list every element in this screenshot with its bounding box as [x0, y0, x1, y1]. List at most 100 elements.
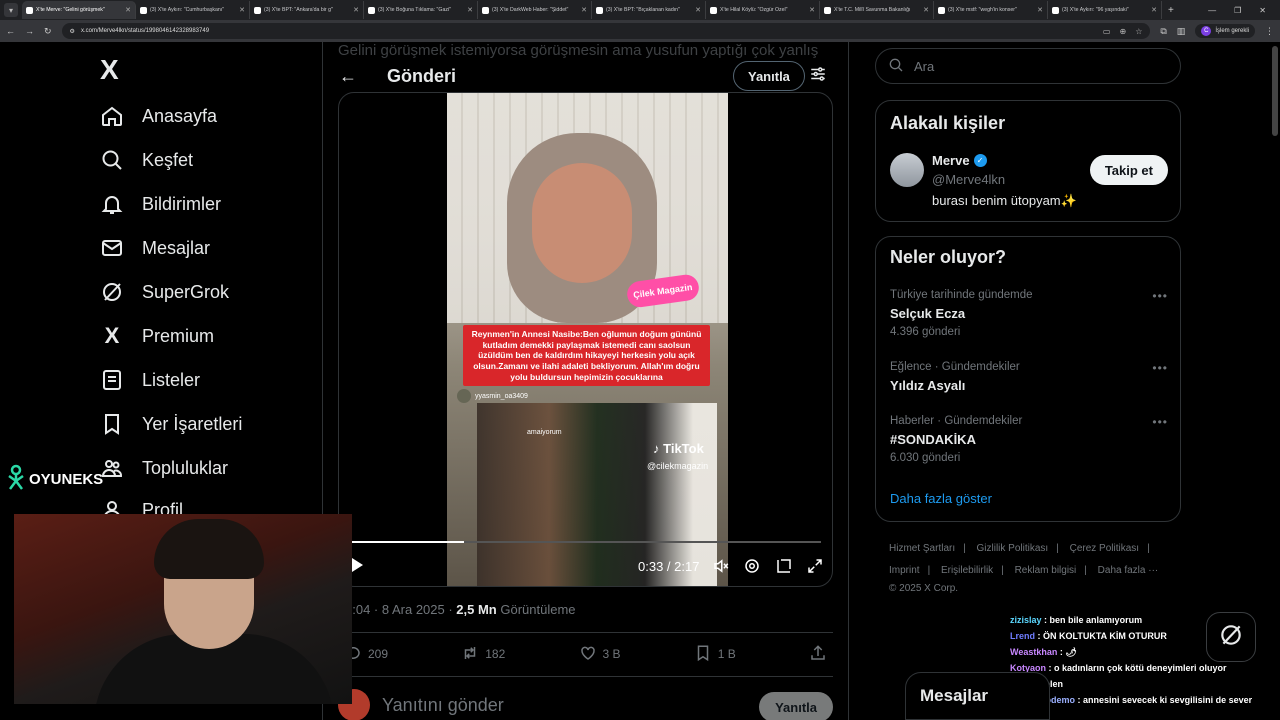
nav-item-communities[interactable]: Topluluklar: [100, 456, 228, 480]
footer-link[interactable]: Erişilebilirlik: [941, 565, 993, 576]
settings-gear-icon[interactable]: [743, 557, 761, 580]
nav-item-lists[interactable]: Listeler: [100, 368, 200, 392]
commenter-name: amaiyorum: [527, 429, 562, 436]
browser-tab[interactable]: (3) X'te BPT: "Ankara'da bir g" ✕: [250, 1, 364, 19]
video-frame[interactable]: Çilek Magazin Reynmen'in Annesi Nasibe:B…: [447, 93, 728, 586]
reply-input[interactable]: Yanıtını gönder: [382, 695, 504, 716]
close-icon[interactable]: ✕: [239, 6, 245, 14]
messages-dock[interactable]: Mesajlar: [905, 672, 1050, 720]
grok-button[interactable]: [1206, 612, 1256, 662]
nav-item-supergrok[interactable]: SuperGrok: [100, 280, 229, 304]
browser-tab[interactable]: (3) X'te Aykırı: "96 yaşındaki" ✕: [1048, 1, 1162, 19]
close-icon[interactable]: ✕: [923, 6, 929, 14]
browser-tab[interactable]: (3) X'te BPT: "Bıçaklanan kadın" ✕: [592, 1, 706, 19]
scrollbar[interactable]: [1272, 46, 1278, 136]
profile-chip[interactable]: C İşlem gerekli: [1195, 24, 1255, 38]
trend-item[interactable]: Türkiye tarihinde gündemde Selçuk Ecza 4…: [890, 289, 1168, 338]
person-bio: burası benim ütopyam✨: [932, 193, 1077, 208]
x-favicon-icon: [482, 6, 489, 14]
footer-link[interactable]: Gizlilik Politikası: [977, 543, 1049, 554]
nav-item-explore[interactable]: Keşfet: [100, 148, 193, 172]
mute-icon[interactable]: [712, 557, 730, 580]
more-options-icon[interactable]: •••: [1152, 289, 1168, 303]
new-tab-icon[interactable]: +: [1168, 5, 1174, 16]
chat-message: : annesini sevecek ki sevgilisini de sev…: [1077, 695, 1253, 705]
menu-dots-icon[interactable]: ⋮: [1265, 26, 1274, 37]
url-field[interactable]: ⚙ x.com/Merve4lkn/status/199804614232898…: [61, 23, 1151, 39]
close-icon[interactable]: ✕: [695, 6, 701, 14]
video-player[interactable]: Çilek Magazin Reynmen'in Annesi Nasibe:B…: [338, 92, 833, 587]
settings-sliders-icon[interactable]: [809, 65, 827, 88]
reload-icon[interactable]: ↻: [44, 26, 52, 37]
person-handle[interactable]: @Merve4lkn: [932, 172, 1005, 187]
more-options-icon[interactable]: •••: [1152, 361, 1168, 375]
close-icon[interactable]: ✕: [467, 6, 473, 14]
like-action[interactable]: 3 B: [579, 644, 621, 665]
tiktok-logo: ♪ TikTok: [653, 441, 704, 456]
close-icon[interactable]: ✕: [353, 6, 359, 14]
trends-card: Neler oluyor? Türkiye tarihinde gündemde…: [875, 236, 1181, 522]
avatar[interactable]: [890, 153, 924, 187]
browser-tab[interactable]: (3) X'te Aykırı: "Cumhurbaşkanı" ✕: [136, 1, 250, 19]
tab-search-icon[interactable]: ▾: [4, 3, 18, 17]
trend-item[interactable]: Haberler · Gündemdekiler #SONDAKİKA 6.03…: [890, 415, 1168, 464]
copyright: © 2025 X Corp.: [889, 583, 959, 594]
bookmark-action[interactable]: 1 B: [694, 644, 736, 665]
back-arrow-icon[interactable]: ←: [339, 66, 357, 87]
close-icon[interactable]: ✕: [125, 6, 131, 14]
nav-item-home[interactable]: Anasayfa: [100, 104, 217, 128]
post-timestamp[interactable]: 6:04 · 8 Ara 2025 ·: [345, 602, 456, 617]
nav-item-bookmarks[interactable]: Yer İşaretleri: [100, 412, 242, 436]
browser-tab[interactable]: (3) X'te mstf: "wegh'in konser" ✕: [934, 1, 1048, 19]
window-close-icon[interactable]: ✕: [1259, 6, 1266, 15]
x-favicon-icon: [368, 6, 375, 14]
video-progress-bar[interactable]: [351, 541, 821, 543]
related-person[interactable]: Merve ✓ @Merve4lkn burası benim ütopyam✨ …: [890, 153, 1168, 213]
maximize-icon[interactable]: ❐: [1234, 6, 1241, 15]
footer-link[interactable]: Imprint: [889, 565, 920, 576]
search-input[interactable]: Ara: [875, 48, 1181, 84]
close-icon[interactable]: ✕: [1151, 6, 1157, 14]
share-action[interactable]: [809, 644, 827, 665]
forward-nav-icon[interactable]: →: [25, 26, 34, 36]
chat-message: : ÖN KOLTUKTA KİM OTURUR: [1037, 631, 1167, 641]
close-icon[interactable]: ✕: [809, 6, 815, 14]
extensions-icon[interactable]: ⧉: [1160, 26, 1166, 37]
browser-tab[interactable]: (3) X'te Boğuna Tıklama: "Gazi" ✕: [364, 1, 478, 19]
footer-link[interactable]: Çerez Politikası: [1070, 543, 1139, 554]
sidepanel-icon[interactable]: ▥: [1177, 26, 1186, 37]
browser-tab[interactable]: X'te T.C. Millî Savunma Bakanlığı ✕: [820, 1, 934, 19]
back-nav-icon[interactable]: ←: [6, 26, 15, 36]
person-name[interactable]: Merve ✓: [932, 153, 987, 168]
tab-label: (3) X'te Aykırı: "96 yaşındaki": [1062, 7, 1129, 13]
close-icon[interactable]: ✕: [581, 6, 587, 14]
nav-item-messages[interactable]: Mesajlar: [100, 236, 210, 260]
browser-tab[interactable]: (3) X'te DarkWeb Haber: "Şiddet" ✕: [478, 1, 592, 19]
picture-in-picture-icon[interactable]: [775, 557, 793, 580]
x-favicon-icon: [254, 6, 261, 14]
follow-button[interactable]: Takip et: [1089, 155, 1168, 185]
zoom-icon[interactable]: ⊕: [1119, 27, 1126, 36]
chat-user: Lrend: [1010, 631, 1036, 641]
footer-link[interactable]: Daha fazla ···: [1098, 565, 1159, 576]
more-options-icon[interactable]: •••: [1152, 415, 1168, 429]
bookmark-star-icon[interactable]: ☆: [1135, 27, 1142, 36]
nav-item-notifications[interactable]: Bildirimler: [100, 192, 221, 216]
site-info-icon[interactable]: ⚙: [70, 28, 75, 35]
footer-link[interactable]: Hizmet Şartları: [889, 543, 955, 554]
browser-tab[interactable]: X'te Hilal Köylü: "Özgür Özel" ✕: [706, 1, 820, 19]
show-more-link[interactable]: Daha fazla göster: [890, 491, 992, 506]
browser-tab[interactable]: X'te Merve: "Gelini görüşmek" ✕: [22, 1, 136, 19]
footer-link[interactable]: Reklam bilgisi: [1015, 565, 1077, 576]
repost-action[interactable]: 182: [461, 644, 505, 665]
close-icon[interactable]: ✕: [1037, 6, 1043, 14]
trend-item[interactable]: Eğlence · Gündemdekiler Yıldız Asyalı ••…: [890, 361, 1168, 393]
reply-header-button[interactable]: Yanıtla: [733, 61, 805, 91]
stream-logo: OYUNEKS: [5, 464, 103, 494]
reply-submit-button[interactable]: Yanıtla: [759, 692, 833, 720]
nav-item-premium[interactable]: X Premium: [100, 323, 214, 348]
minimize-icon[interactable]: —: [1208, 6, 1216, 15]
x-logo[interactable]: X: [100, 54, 119, 86]
fullscreen-icon[interactable]: [806, 557, 824, 580]
cast-icon[interactable]: ▭: [1103, 27, 1111, 36]
